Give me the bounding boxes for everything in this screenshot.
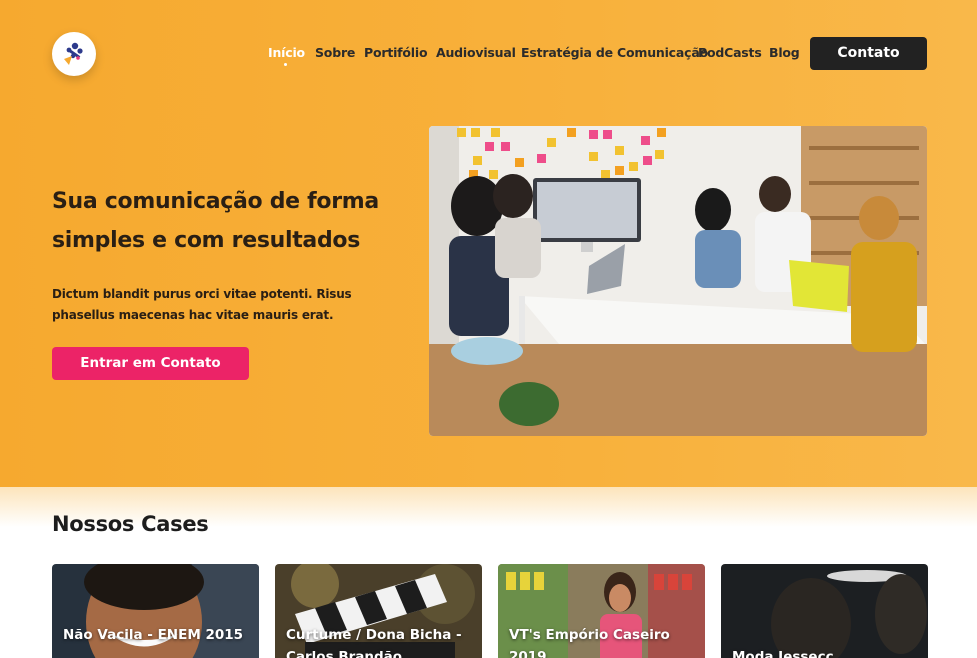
hero-title: Sua comunicação de forma simples e com r… bbox=[52, 182, 382, 260]
nav-item-podcasts[interactable]: PodCasts bbox=[698, 44, 762, 62]
case-title: VT's Empório Caseiro 2019 bbox=[509, 627, 670, 658]
dark-studio-photo bbox=[721, 564, 928, 658]
hero-title-line1: Sua comunicação de forma bbox=[52, 189, 379, 214]
hero-title-line2: simples e com resultados bbox=[52, 228, 361, 253]
nav-item-inicio[interactable]: Início bbox=[268, 44, 305, 62]
case-title: Moda Jessecc bbox=[732, 649, 834, 658]
nav-item-blog[interactable]: Blog bbox=[769, 44, 800, 62]
case-card[interactable]: Não Vacila - ENEM 2015 bbox=[52, 564, 259, 658]
case-title: Não Vacila - ENEM 2015 bbox=[63, 627, 244, 643]
nav-item-estrategia[interactable]: Estratégia de Comunicação bbox=[521, 44, 708, 62]
cases-section-title: Nossos Cases bbox=[52, 512, 209, 536]
team-meeting-photo bbox=[429, 126, 927, 436]
nav-item-portifolio[interactable]: Portifólio bbox=[364, 44, 428, 62]
contact-button[interactable]: Contato bbox=[810, 37, 927, 70]
case-card[interactable]: Moda Jessecc bbox=[721, 564, 928, 658]
case-title: Curtume / Dona Bicha - Carlos Brandão bbox=[286, 627, 462, 658]
agency-logo-icon[interactable] bbox=[52, 32, 96, 76]
active-indicator-dot bbox=[284, 63, 287, 66]
nav-item-sobre[interactable]: Sobre bbox=[315, 44, 355, 62]
hero-subtitle: Dictum blandit purus orci vitae potenti.… bbox=[52, 287, 352, 322]
nav-item-audiovisual[interactable]: Audiovisual bbox=[436, 44, 516, 62]
case-card[interactable]: VT's Empório Caseiro 2019 bbox=[498, 564, 705, 658]
get-in-touch-button[interactable]: Entrar em Contato bbox=[52, 347, 249, 380]
case-card[interactable]: Curtume / Dona Bicha - Carlos Brandão bbox=[275, 564, 482, 658]
